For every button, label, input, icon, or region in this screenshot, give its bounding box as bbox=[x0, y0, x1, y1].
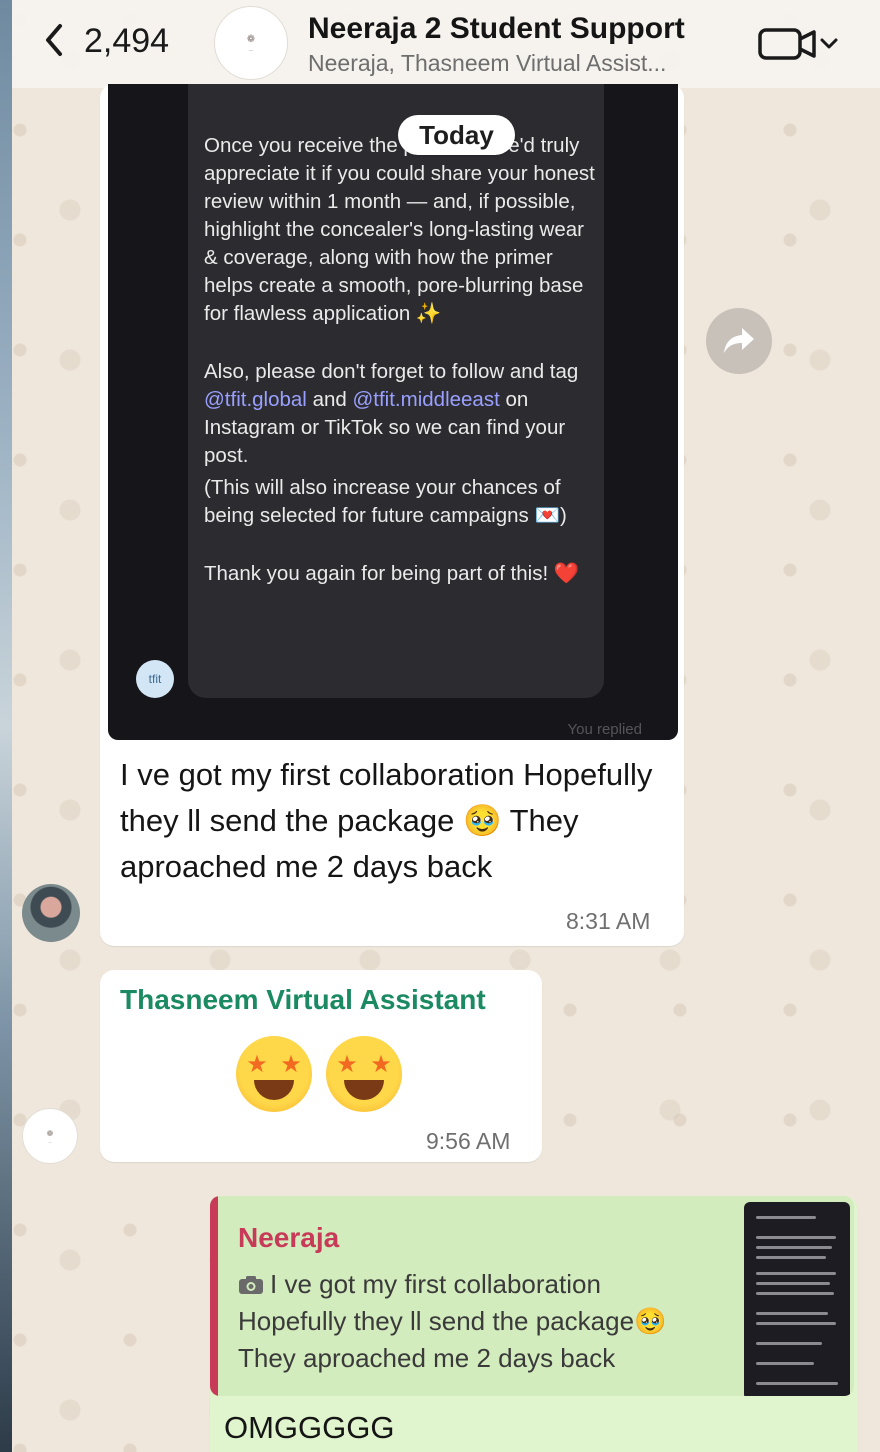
group-logo-icon: ❁ bbox=[46, 1128, 54, 1138]
group-logo-mark: — bbox=[248, 47, 254, 52]
star-eye-icon: ★ bbox=[336, 1051, 358, 1078]
forward-icon bbox=[724, 328, 754, 353]
quoted-text: I ve got my first collaboration Hopefull… bbox=[238, 1266, 718, 1377]
message-text: OMGGGGG bbox=[224, 1410, 395, 1445]
sender-avatar[interactable]: ❁ — bbox=[22, 1108, 78, 1164]
star-eye-icon: ★ bbox=[280, 1051, 302, 1078]
thumb-line bbox=[756, 1246, 832, 1249]
group-logo-mark: — bbox=[48, 1139, 52, 1144]
camera-icon bbox=[239, 1276, 263, 1294]
outgoing-message-bubble[interactable]: Neeraja I ve got my first collaboration … bbox=[210, 1196, 858, 1452]
inner-paragraph-1: Once you receive the products, we'd trul… bbox=[204, 134, 595, 325]
sender-name[interactable]: Thasneem Virtual Assistant bbox=[120, 984, 486, 1016]
inner-text-segment: and bbox=[306, 388, 353, 411]
quoted-line: Hopefully they ll send the package🥹 bbox=[238, 1306, 667, 1336]
video-camera-icon bbox=[758, 28, 838, 60]
quoted-line: I ve got my first collaboration bbox=[238, 1266, 718, 1303]
emoji-mouth bbox=[254, 1080, 294, 1100]
message-text: I ve got my first collaboration Hopefull… bbox=[120, 757, 653, 884]
thumb-line bbox=[756, 1216, 816, 1219]
thumb-line bbox=[756, 1342, 822, 1345]
chat-title[interactable]: Neeraja 2 Student Support bbox=[308, 12, 685, 46]
quoted-sender: Neeraja bbox=[238, 1222, 340, 1253]
brand-avatar: tfit bbox=[136, 660, 174, 698]
inner-paragraph-3: (This will also increase your chances of… bbox=[204, 476, 567, 527]
star-struck-icon: ★ ★ bbox=[236, 1036, 312, 1112]
you-replied-label: You replied bbox=[567, 721, 642, 738]
back-button[interactable] bbox=[40, 20, 80, 64]
mention-link: @tfit.global bbox=[204, 388, 307, 411]
group-avatar[interactable]: ❁ — bbox=[214, 6, 288, 80]
group-logo-icon: ❁ bbox=[246, 34, 256, 45]
inner-paragraph-2: Also, please don't forget to follow and … bbox=[204, 358, 596, 470]
thumb-line bbox=[756, 1322, 836, 1325]
inner-message-card: Once you receive the products, we'd trul… bbox=[188, 84, 604, 698]
incoming-message-bubble[interactable]: Once you receive the products, we'd trul… bbox=[100, 84, 684, 946]
background-app-strip bbox=[0, 0, 12, 1452]
quoted-line-text: I ve got my first collaboration bbox=[270, 1269, 601, 1299]
unread-count[interactable]: 2,494 bbox=[84, 22, 169, 61]
incoming-message-bubble[interactable]: Thasneem Virtual Assistant ★ ★ ★ ★ 9:56 … bbox=[100, 970, 542, 1162]
emoji-mouth bbox=[344, 1080, 384, 1100]
video-call-button[interactable] bbox=[744, 24, 848, 64]
inner-text-segment: Also, please don't forget to follow and … bbox=[204, 360, 579, 383]
thumb-line bbox=[756, 1292, 834, 1295]
thumb-line bbox=[756, 1362, 814, 1365]
chat-participants[interactable]: Neeraja, Thasneem Virtual Assist... bbox=[308, 50, 666, 77]
emoji-content: ★ ★ ★ ★ bbox=[236, 1036, 402, 1112]
forward-button[interactable] bbox=[706, 308, 772, 374]
star-eye-icon: ★ bbox=[246, 1051, 268, 1078]
chat-header: 2,494 ❁ — Neeraja 2 Student Support Neer… bbox=[12, 0, 880, 88]
quote-accent-bar bbox=[210, 1196, 218, 1396]
sender-avatar[interactable] bbox=[22, 884, 80, 942]
thumb-line bbox=[756, 1256, 826, 1259]
star-struck-icon: ★ ★ bbox=[326, 1036, 402, 1112]
quoted-message[interactable]: Neeraja I ve got my first collaboration … bbox=[210, 1196, 854, 1396]
chevron-left-icon bbox=[46, 24, 62, 56]
inner-paragraph-4: Thank you again for being part of this! … bbox=[204, 562, 580, 585]
message-time: 9:56 AM bbox=[426, 1128, 511, 1154]
message-time: 8:31 AM bbox=[566, 908, 651, 934]
mention-link: @tfit.middleeast bbox=[352, 388, 500, 411]
inner-message-text: Once you receive the products, we'd trul… bbox=[204, 132, 596, 618]
thumb-line bbox=[756, 1312, 828, 1315]
quoted-image-thumbnail bbox=[744, 1202, 850, 1396]
quoted-line: They aproached me 2 days back bbox=[238, 1343, 616, 1373]
screenshot-attachment[interactable]: Once you receive the products, we'd trul… bbox=[108, 84, 678, 740]
date-divider: Today bbox=[398, 115, 515, 155]
thumb-line bbox=[756, 1272, 836, 1275]
star-eye-icon: ★ bbox=[370, 1051, 392, 1078]
thumb-line bbox=[756, 1382, 838, 1385]
thumb-line bbox=[756, 1236, 836, 1239]
thumb-line bbox=[756, 1282, 830, 1285]
